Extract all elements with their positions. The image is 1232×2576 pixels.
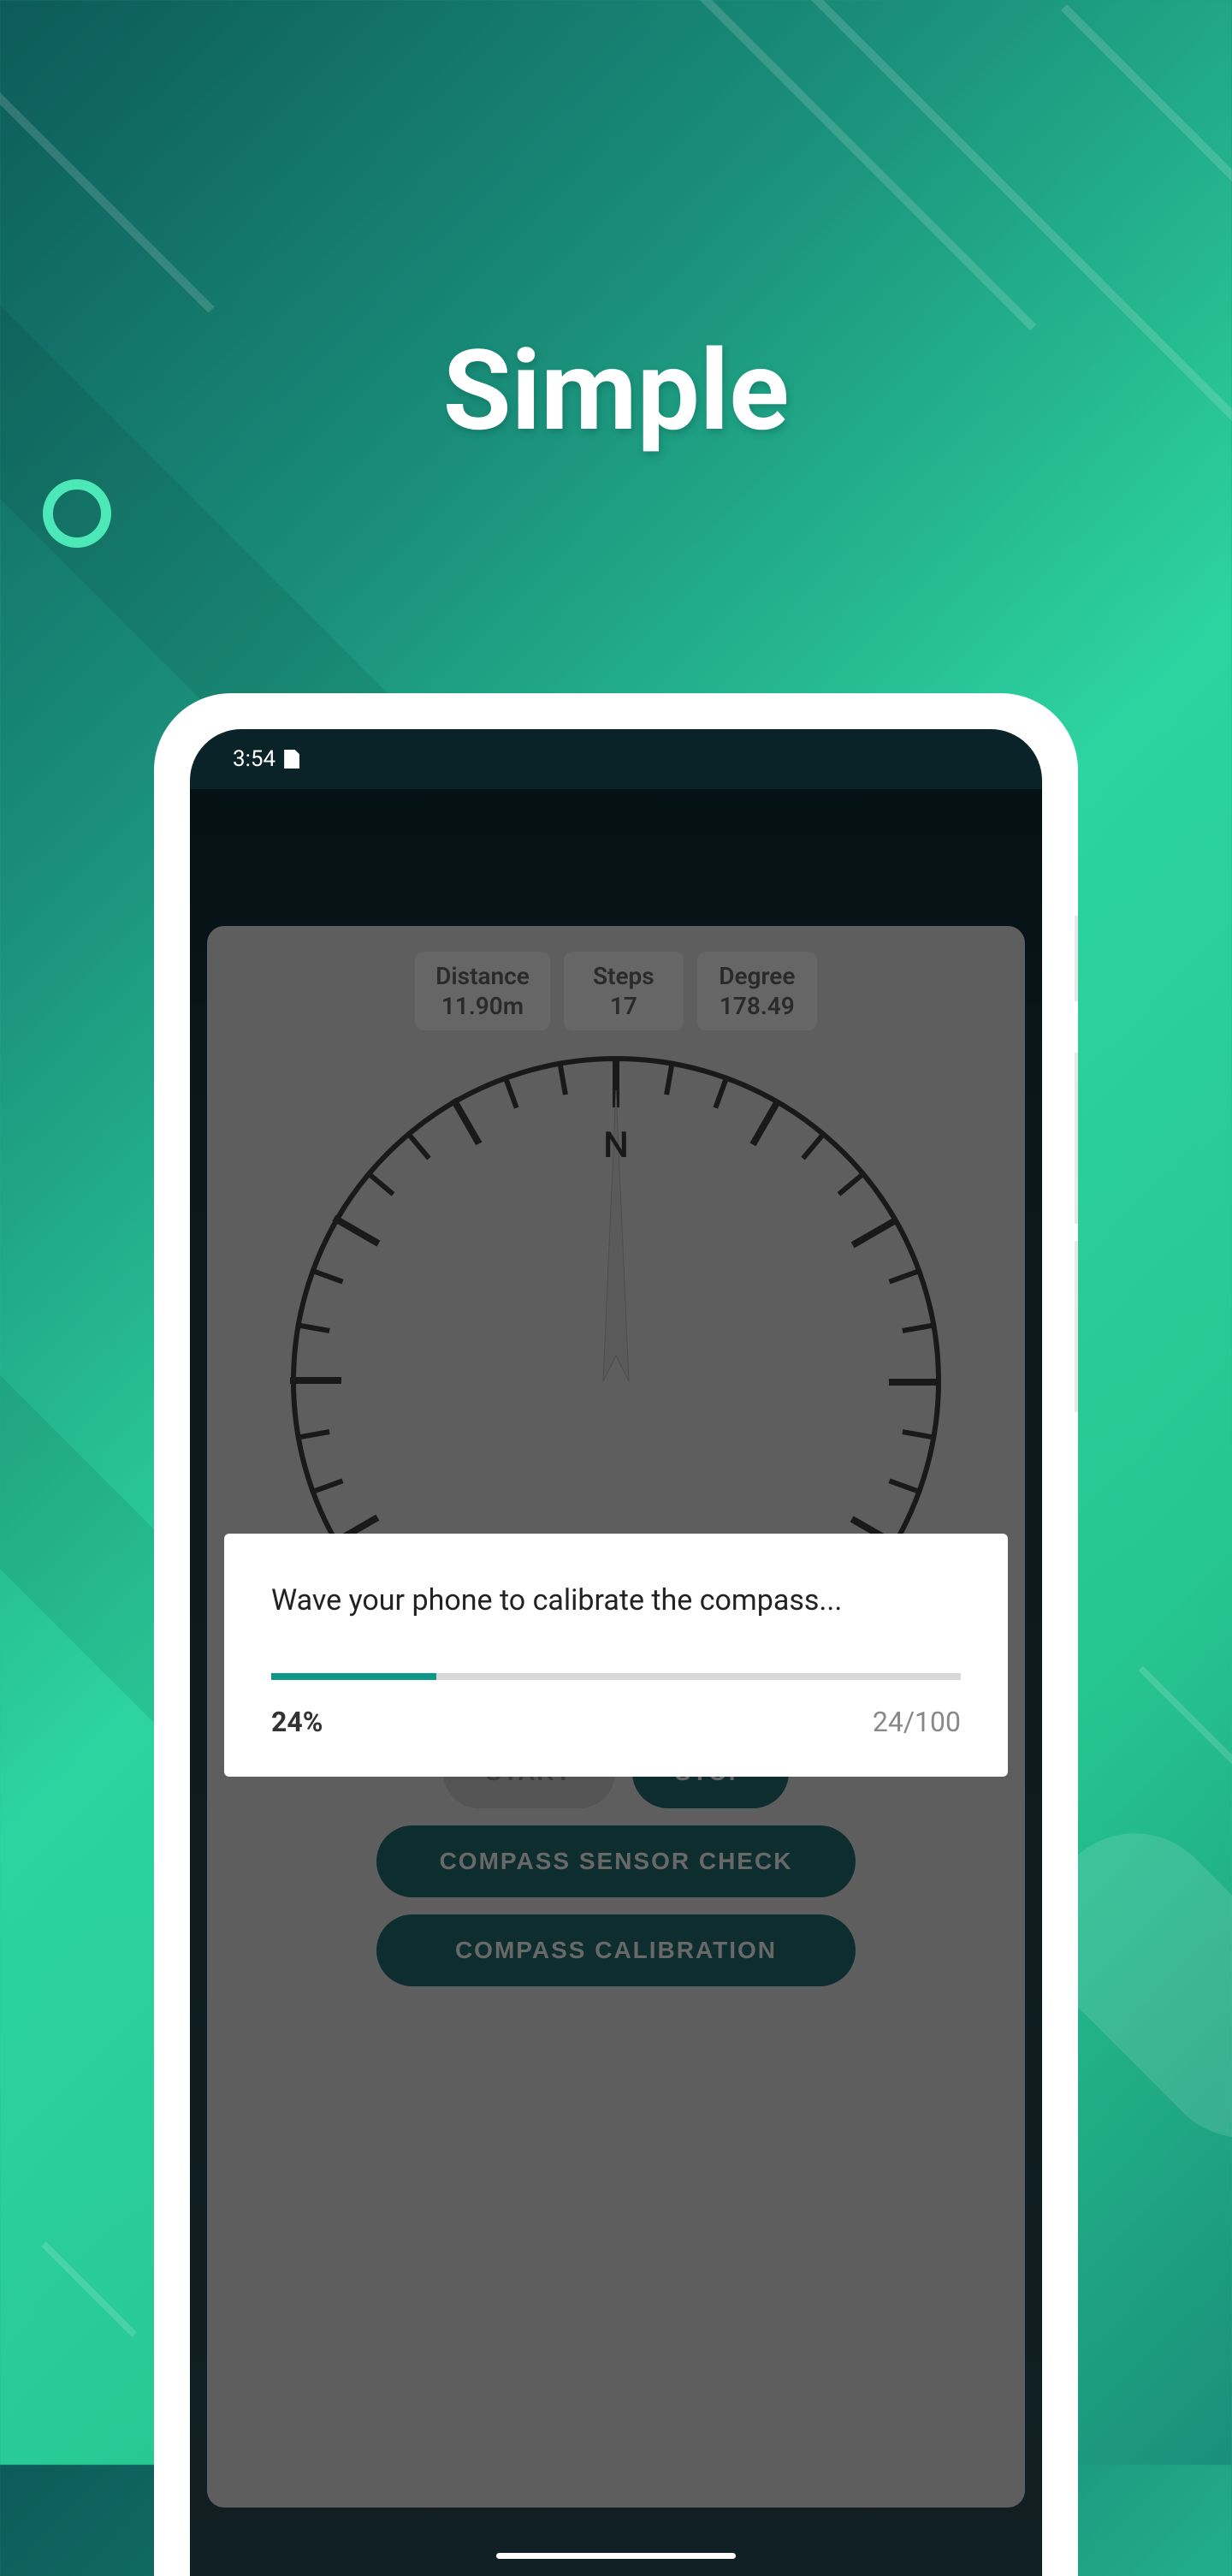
progress-percent: 24%	[271, 1706, 323, 1738]
page-title: Simple	[443, 325, 790, 456]
bg-decoration	[0, 0, 215, 313]
calibration-modal: Wave your phone to calibrate the compass…	[224, 1534, 1008, 1777]
progress-count: 24/100	[873, 1706, 961, 1738]
app-body: Distance 11.90m Steps 17 Degree 178.49	[190, 789, 1042, 2576]
phone-power-button	[1075, 916, 1078, 1001]
bg-decoration	[41, 2241, 137, 2337]
phone-volume-up	[1075, 1053, 1078, 1224]
bg-decoration	[547, 0, 1037, 330]
phone-volume-down	[1075, 1241, 1078, 1412]
status-bar: 3:54	[190, 729, 1042, 789]
modal-message: Wave your phone to calibrate the compass…	[271, 1581, 961, 1622]
status-time: 3:54	[233, 746, 275, 772]
phone-frame: 3:54 Distance 11.90m Steps	[154, 693, 1078, 2576]
bg-decoration	[1061, 4, 1232, 252]
phone-screen: 3:54 Distance 11.90m Steps	[190, 729, 1042, 2576]
bg-decoration	[43, 479, 111, 548]
progress-fill	[271, 1673, 436, 1680]
bg-decoration	[1138, 1665, 1232, 1791]
sd-card-icon	[284, 750, 299, 769]
progress-bar	[271, 1673, 961, 1680]
home-indicator[interactable]	[496, 2553, 736, 2559]
modal-overlay: Wave your phone to calibrate the compass…	[190, 789, 1042, 2576]
